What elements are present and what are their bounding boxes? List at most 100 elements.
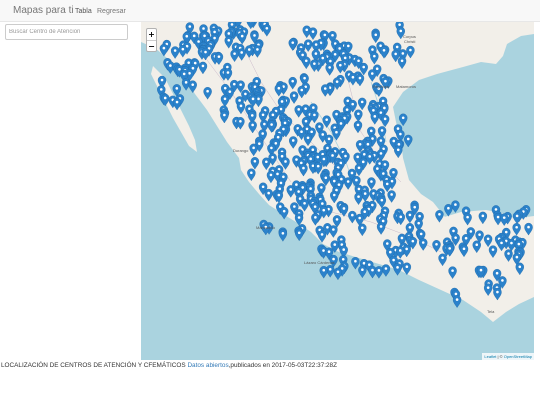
map-marker-dot <box>193 61 197 65</box>
map-marker-dot <box>251 123 254 127</box>
map-marker-dot <box>486 286 490 289</box>
map-marker-dot <box>271 156 274 159</box>
map-marker-icon[interactable] <box>295 228 304 242</box>
map-marker-icon[interactable] <box>333 267 343 281</box>
map-marker-dot <box>270 123 273 126</box>
map-marker-dot <box>362 261 366 265</box>
map-marker-dot <box>389 250 392 254</box>
search-input[interactable] <box>5 24 128 40</box>
map-marker-dot <box>441 256 444 260</box>
map-marker-dot <box>448 247 452 250</box>
map-marker-dot <box>466 215 469 219</box>
map-canvas[interactable]: Corpus Christi Reynosa Matamoros Durango… <box>141 22 534 360</box>
map-marker-icon[interactable] <box>319 265 328 279</box>
map-marker-icon[interactable] <box>444 204 453 217</box>
map-marker-dot <box>369 129 373 133</box>
map-marker-dot <box>313 62 316 65</box>
map-marker-dot <box>358 142 362 146</box>
map-marker-icon[interactable] <box>393 263 402 276</box>
osm-link[interactable]: OpenStreetMap <box>504 354 532 359</box>
leaflet-link[interactable]: Leaflet <box>484 354 496 359</box>
map-marker-dot <box>304 107 307 110</box>
nav-regresar-link[interactable]: Regresar <box>97 7 126 16</box>
map-marker-dot <box>421 241 425 244</box>
map-marker-dot <box>281 232 285 235</box>
map-marker-dot <box>383 117 387 121</box>
map-marker-dot <box>328 66 331 69</box>
footer-caption: LOCALIZACIÓN DE CENTROS DE ATENCIÓN Y CF… <box>1 362 337 370</box>
map-marker-dot <box>372 108 375 112</box>
map-marker-dot <box>411 239 415 243</box>
map-marker-dot <box>251 97 255 101</box>
map-marker-dot <box>213 36 216 40</box>
map-marker-dot <box>257 97 260 101</box>
map-marker-dot <box>494 208 498 211</box>
zoom-out-button[interactable]: − <box>147 41 156 52</box>
map-marker-dot <box>351 102 355 106</box>
map-marker-icon[interactable] <box>451 200 460 213</box>
map-marker-icon[interactable] <box>374 266 384 279</box>
map-marker-dot <box>356 155 359 159</box>
map-marker-dot <box>336 270 340 274</box>
map-marker-dot <box>373 54 376 58</box>
map-marker-dot <box>279 107 283 111</box>
map-marker-icon[interactable] <box>358 265 367 279</box>
map-marker-dot <box>321 202 324 205</box>
map-marker-icon[interactable] <box>398 113 408 127</box>
map-marker-dot <box>303 201 306 205</box>
map-marker-dot <box>263 122 266 126</box>
map-marker-dot <box>295 183 298 186</box>
map-marker-icon[interactable] <box>452 295 462 308</box>
map-marker-dot <box>284 160 287 163</box>
map-marker-dot <box>162 46 166 50</box>
zoom-in-button[interactable]: + <box>147 29 156 41</box>
map-marker-dot <box>271 113 275 117</box>
map-marker-dot <box>240 34 244 38</box>
nav-tabla-link[interactable]: Tabla <box>75 7 92 16</box>
map-marker-dot <box>357 59 360 63</box>
map-marker-dot <box>253 34 256 37</box>
map-marker-dot <box>515 225 518 229</box>
map-marker-dot <box>344 154 347 158</box>
map-marker-icon[interactable] <box>279 206 289 220</box>
map-marker-dot <box>313 205 317 208</box>
map-marker-dot <box>213 30 216 34</box>
map-marker-dot <box>270 146 273 150</box>
map-marker-dot <box>374 33 378 37</box>
map-marker-dot <box>182 72 186 76</box>
map-marker-dot <box>510 241 513 245</box>
map-marker-dot <box>351 75 355 79</box>
map-marker-dot <box>295 158 298 161</box>
map-marker-dot <box>306 136 310 140</box>
map-marker-icon[interactable] <box>351 256 360 270</box>
map-marker-dot <box>323 87 327 90</box>
map-marker-dot <box>380 198 384 202</box>
datos-abiertos-link[interactable]: Datos abiertos <box>187 362 228 369</box>
map-marker-dot <box>358 216 361 220</box>
map-marker-dot <box>282 209 286 213</box>
map-marker-dot <box>197 40 200 43</box>
map-marker-icon[interactable] <box>381 264 391 277</box>
map-marker-icon[interactable] <box>404 134 413 148</box>
map-marker-icon[interactable] <box>278 229 288 242</box>
map-marker-dot <box>302 166 305 170</box>
map-marker-dot <box>346 180 350 183</box>
map-marker-dot <box>395 45 399 49</box>
map-marker-dot <box>255 79 259 83</box>
map-marker-dot <box>371 137 374 140</box>
map-marker-dot <box>419 232 423 236</box>
map-marker-dot <box>475 243 479 247</box>
map-marker-dot <box>333 243 337 246</box>
map-marker-dot <box>501 279 504 282</box>
map-marker-dot <box>401 52 405 55</box>
map-marker-dot <box>385 242 389 245</box>
map-marker-dot <box>297 190 300 193</box>
map-marker-dot <box>321 56 325 60</box>
map-marker-dot <box>299 161 303 165</box>
map-marker-dot <box>311 30 315 33</box>
map-marker-dot <box>321 133 325 136</box>
map-marker-dot <box>486 237 490 241</box>
map-marker-dot <box>280 100 284 103</box>
brand-title[interactable]: Mapas para ti <box>13 5 74 17</box>
map-marker-dot <box>363 192 367 195</box>
